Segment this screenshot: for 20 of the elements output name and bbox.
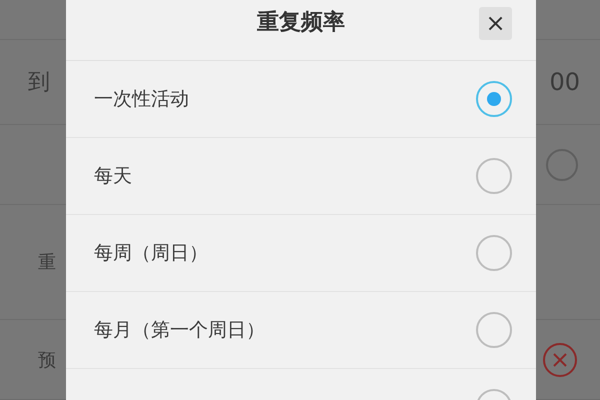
field-label: 重 [37, 251, 56, 274]
option-label: 一次性活动 [94, 87, 189, 112]
field-label: 到 [28, 69, 50, 97]
option-row[interactable]: 每周（周日） [66, 215, 536, 292]
option-row[interactable]: 一次性活动 [66, 61, 536, 138]
option-label: 每月（第一个周日） [94, 318, 265, 343]
radio-button[interactable] [476, 158, 512, 194]
option-label: 每周（周日） [94, 241, 208, 266]
radio-button[interactable] [546, 148, 578, 180]
close-button[interactable]: × [479, 7, 512, 40]
radio-button[interactable] [476, 312, 512, 348]
option-row[interactable]: 每月（第一个周日） [66, 292, 536, 369]
radio-button[interactable] [476, 81, 512, 117]
option-row[interactable]: 每天 [66, 138, 536, 215]
radio-button[interactable] [476, 235, 512, 271]
option-label: 每天 [94, 164, 132, 189]
dialog-title: 重复频率 [257, 8, 345, 37]
field-label: 预 [38, 348, 56, 372]
time-value: 00 [549, 68, 580, 96]
remove-icon[interactable] [542, 342, 578, 378]
